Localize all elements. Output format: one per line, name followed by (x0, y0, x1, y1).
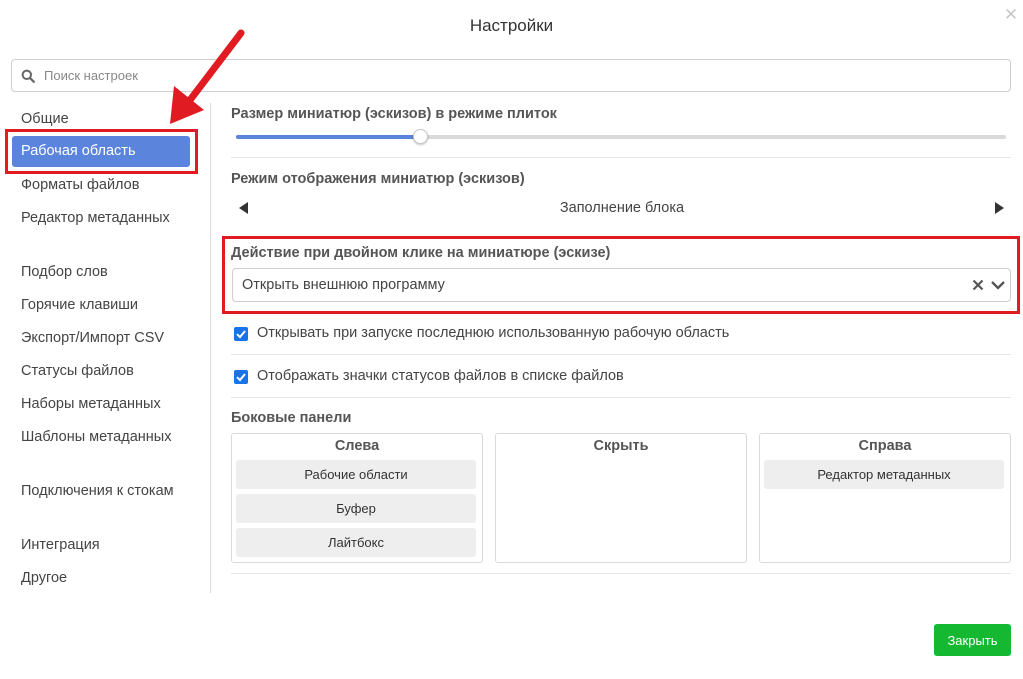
sidebar-item-file-statuses[interactable]: Статусы файлов (21, 361, 201, 382)
sidebar-item-word-picker[interactable]: Подбор слов (21, 262, 201, 283)
slider-fill (236, 135, 421, 139)
thumb-mode-label: Режим отображения миниатюр (эскизов) (231, 171, 525, 187)
sidebar-item-metadata-templates[interactable]: Шаблоны метаданных (21, 427, 201, 448)
panel-chip-buffer[interactable]: Буфер (236, 494, 476, 523)
annotation-highlight-double-click (222, 236, 1020, 314)
panel-hidden-title: Скрыть (593, 438, 649, 454)
check-icon (236, 330, 246, 339)
checkbox-label: Открывать при запуске последнюю использо… (257, 325, 730, 341)
search-icon (21, 69, 35, 83)
sidebar-item-metadata-editor[interactable]: Редактор метаданных (21, 208, 201, 229)
sidebar-item-file-formats[interactable]: Форматы файлов (21, 175, 201, 196)
sidebar-item-metadata-sets[interactable]: Наборы метаданных (21, 394, 201, 415)
panel-left-title: Слева (334, 438, 380, 454)
sidebar-item-stock-connections[interactable]: Подключения к стокам (21, 481, 201, 502)
side-panels-label: Боковые панели (231, 410, 352, 426)
sidebar-item-other[interactable]: Другое (21, 568, 201, 589)
divider (231, 573, 1011, 574)
red-arrow-annotation (170, 29, 245, 124)
chevron-right-icon[interactable] (991, 200, 1007, 216)
sidebar-item-csv[interactable]: Экспорт/Импорт CSV (21, 328, 201, 349)
divider (231, 397, 1011, 398)
thumb-size-slider[interactable] (236, 129, 1006, 144)
checkbox-restore-workspace[interactable] (234, 327, 248, 341)
panel-left: Слева Рабочие области Буфер Лайтбокс (231, 433, 483, 563)
annotation-highlight-sidebar (5, 129, 198, 174)
chevron-left-icon[interactable] (236, 200, 252, 216)
panel-right: Справа Редактор метаданных (759, 433, 1011, 563)
divider (231, 354, 1011, 355)
slider-thumb[interactable] (412, 129, 428, 144)
divider (231, 157, 1011, 158)
thumb-mode-value: Заполнение блока (559, 200, 685, 216)
panel-chip-metadata-editor[interactable]: Редактор метаданных (764, 460, 1004, 489)
dialog-title: Настройки (469, 16, 554, 35)
checkbox-label: Отображать значки статусов файлов в спис… (257, 368, 624, 384)
panel-chip-lightbox[interactable]: Лайтбокс (236, 528, 476, 557)
panel-chip-workspaces[interactable]: Рабочие области (236, 460, 476, 489)
close-button[interactable]: Закрыть (934, 624, 1011, 656)
panel-right-title: Справа (858, 438, 912, 454)
sidebar-divider (210, 103, 211, 593)
check-icon (236, 373, 246, 382)
checkbox-status-icons[interactable] (234, 370, 248, 384)
panel-hidden: Скрыть (495, 433, 747, 563)
thumb-size-label: Размер миниатюр (эскизов) в режиме плито… (231, 106, 557, 122)
sidebar-item-hotkeys[interactable]: Горячие клавиши (21, 295, 201, 316)
sidebar-item-integration[interactable]: Интеграция (21, 535, 201, 556)
close-icon[interactable]: ✕ (1002, 6, 1020, 24)
